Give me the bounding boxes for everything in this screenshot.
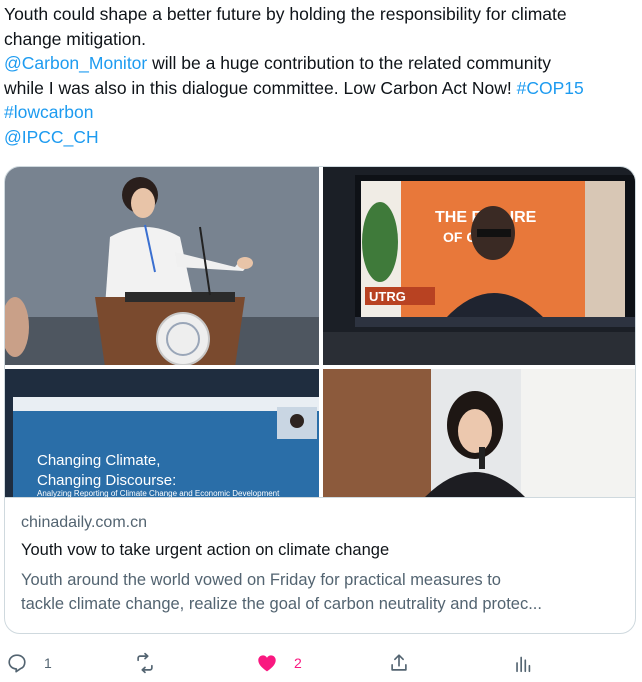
- hashtag-lowcarbon[interactable]: #lowcarbon: [4, 102, 94, 122]
- tweet-line-3-text: will be a huge contribution to the relat…: [147, 53, 551, 73]
- share-button[interactable]: [388, 650, 410, 676]
- tweet-line-1: Youth could shape a better future by hol…: [4, 4, 567, 24]
- hashtag-cop15[interactable]: #COP15: [517, 78, 584, 98]
- like-count: 2: [294, 655, 302, 671]
- card-title: Youth vow to take urgent action on clima…: [21, 541, 390, 559]
- reply-button[interactable]: 1: [6, 650, 52, 676]
- tweet-line-4-text: while I was also in this dialogue commit…: [4, 77, 517, 98]
- slide-title-2: Changing Discourse:: [37, 472, 176, 489]
- tweet-text: Youth could shape a better future by hol…: [4, 2, 634, 149]
- card-description: Youth around the world vowed on Friday f…: [21, 568, 621, 616]
- tweet-line-4: while I was also in this dialogue commit…: [4, 76, 634, 101]
- share-icon: [391, 654, 407, 671]
- mention-ipcc[interactable]: @IPCC_CH: [4, 127, 99, 147]
- tweet-line-2: change mitigation.: [4, 28, 147, 49]
- retweet-icon: [137, 652, 153, 674]
- tweet-actions: 1 2: [0, 646, 642, 680]
- card-image[interactable]: THE FUTURE OF CITIES UTRG Sino-American …: [5, 167, 635, 497]
- link-card[interactable]: THE FUTURE OF CITIES UTRG Sino-American …: [4, 166, 636, 634]
- reply-icon: [8, 654, 26, 673]
- card-description-line-1: Youth around the world vowed on Friday f…: [21, 571, 501, 589]
- reply-count: 1: [44, 655, 52, 671]
- heart-icon: [258, 655, 276, 672]
- like-button[interactable]: 2: [256, 650, 302, 676]
- analytics-icon: [516, 656, 531, 673]
- card-domain: chinadaily.com.cn: [21, 514, 147, 531]
- analytics-button[interactable]: [512, 650, 534, 676]
- slide-subtitle: Analyzing Reporting of Climate Change an…: [37, 489, 280, 497]
- tweet-line-3: @Carbon_Monitor will be a huge contribut…: [4, 51, 634, 76]
- retweet-button[interactable]: [134, 650, 172, 676]
- slide-title-1: Changing Climate,: [37, 452, 160, 469]
- slide-org-text: Sino-American Y: [205, 411, 280, 422]
- card-description-line-2: tackle climate change, realize the goal …: [21, 595, 542, 613]
- tweet-line-6: @IPCC_CH: [4, 125, 634, 150]
- video-banner-text: UTRG: [369, 289, 406, 304]
- card-meta[interactable]: chinadaily.com.cn Youth vow to take urge…: [5, 497, 635, 633]
- mention-carbon-monitor[interactable]: @Carbon_Monitor: [4, 53, 147, 73]
- card-image-collage: THE FUTURE OF CITIES UTRG Sino-American …: [5, 167, 635, 497]
- tweet-line-5: #lowcarbon: [4, 100, 634, 125]
